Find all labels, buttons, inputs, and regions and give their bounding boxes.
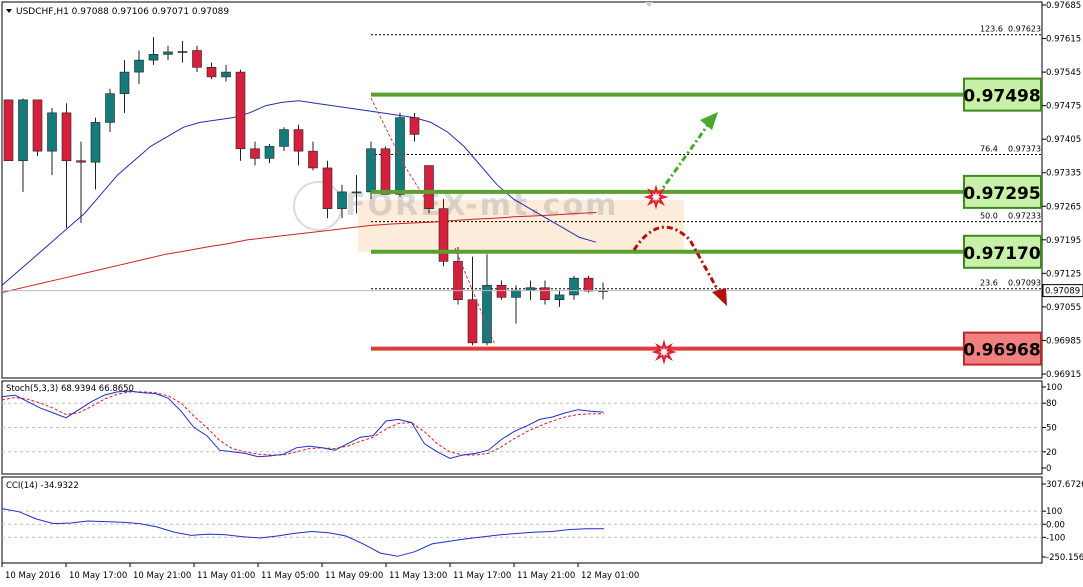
price-tick-label: 0.96915	[1046, 370, 1081, 380]
candle-body	[380, 148, 391, 195]
fib-price-label: 0.97373	[1008, 145, 1041, 154]
candle-body	[293, 129, 304, 152]
price-tick-label: 0.96985	[1046, 336, 1081, 346]
candle-body	[32, 99, 43, 152]
cci-tick-label: -100	[1046, 533, 1065, 543]
candle-body	[163, 51, 173, 55]
candle-body	[134, 59, 144, 73]
level-label: 0.97498	[963, 87, 1040, 107]
candle-body	[525, 287, 536, 291]
time-tick-label: 11 May 05:00	[261, 571, 319, 581]
candle-body	[61, 112, 72, 162]
fib-ratio-label: 23.6	[980, 279, 998, 288]
candle-body	[308, 150, 318, 169]
candle-body	[235, 71, 246, 150]
candle-body	[453, 261, 463, 301]
fib-ratio-label: 123.6	[980, 25, 1003, 34]
candle-body	[148, 54, 159, 61]
candle-body	[409, 117, 420, 135]
cci-title: CCI(14) -34.9322	[6, 481, 79, 491]
time-tick-label: 11 May 01:00	[197, 571, 255, 581]
price-tick-label: 0.97265	[1046, 202, 1081, 212]
price-tick-label: 0.97685	[1046, 1, 1081, 11]
level-label: 0.97170	[963, 244, 1041, 264]
time-tick-label: 11 May 09:00	[325, 571, 383, 581]
candle-body	[569, 277, 579, 296]
cci-tick-label: 307.6726	[1046, 480, 1083, 490]
candle-body	[192, 50, 202, 68]
cci-tick-label: -250.1562	[1046, 553, 1083, 563]
chart-title: USDCHF,H1 0.97088 0.97106 0.97071 0.9708…	[16, 7, 229, 17]
time-tick-label: 10 May 17:00	[69, 571, 127, 581]
time-tick-label: 12 May 01:00	[581, 571, 639, 581]
fib-price-label: 0.97093	[1008, 279, 1041, 288]
candle-body	[395, 117, 405, 195]
price-tick-label: 0.97545	[1046, 68, 1081, 78]
candle-body	[18, 99, 28, 162]
candle-body	[496, 285, 507, 298]
candle-body	[540, 287, 550, 301]
candle-body	[250, 148, 260, 159]
current-price-label: 0.97089	[1045, 287, 1080, 297]
price-tick-label: 0.97405	[1046, 135, 1081, 145]
candle-body	[322, 167, 333, 209]
candle-body	[467, 299, 478, 344]
time-tick-label: 11 May 17:00	[453, 571, 511, 581]
breakout-burst-icon	[643, 184, 669, 210]
candle-body	[554, 294, 565, 301]
candle-body	[264, 146, 275, 159]
cci-tick-label: 0.00	[1046, 520, 1065, 530]
candle-body	[221, 71, 231, 78]
price-tick-label: 0.97125	[1046, 269, 1081, 279]
time-tick-label: 11 May 13:00	[389, 571, 447, 581]
level-label: 0.97295	[963, 184, 1040, 204]
fib-price-label: 0.97623	[1008, 25, 1041, 34]
stoch-tick-label: 100	[1046, 383, 1062, 393]
candle-body	[119, 71, 130, 94]
candle-body	[351, 191, 362, 194]
candle-body	[105, 93, 115, 123]
time-tick-label: 11 May 21:00	[517, 571, 575, 581]
candle-body	[511, 289, 521, 298]
stoch-tick-label: 20	[1046, 448, 1057, 458]
price-tick-label: 0.97475	[1046, 102, 1081, 112]
price-tick-label: 0.97055	[1046, 303, 1081, 313]
candle-body	[177, 51, 188, 53]
candle-body	[279, 129, 289, 147]
price-tick-label: 0.97195	[1046, 236, 1081, 246]
candle-body	[337, 191, 347, 209]
candle-body	[76, 160, 86, 163]
candle-body	[424, 165, 434, 209]
candle-body	[482, 285, 492, 344]
time-tick-label: 10 May 21:00	[133, 571, 191, 581]
cci-panel-frame	[1, 476, 1043, 564]
candle-body	[206, 66, 217, 78]
trading-chart-window: 0.97685 0.97615 0.97545 0.97475 0.97405 0.973…	[0, 0, 1083, 587]
level-label: 0.96968	[963, 341, 1040, 361]
time-tick-label: 10 May 2016	[5, 571, 60, 581]
fib-price-label: 0.97233	[1008, 212, 1041, 221]
fib-ratio-label: 76.4	[980, 145, 998, 154]
candle-body	[90, 122, 101, 163]
support-burst-icon	[651, 339, 677, 365]
candle-body	[3, 99, 14, 162]
chart-canvas: 0.97685 0.97615 0.97545 0.97475 0.97405 0.973…	[1, 1, 1083, 581]
stoch-tick-label: 0	[1046, 464, 1051, 474]
stoch-tick-label: 80	[1046, 399, 1057, 409]
price-tick-label: 0.97335	[1046, 169, 1081, 179]
cci-tick-label: 100	[1046, 507, 1062, 517]
stoch-tick-label: 50	[1046, 424, 1057, 434]
candle-body	[583, 277, 594, 292]
stoch-title: Stoch(5,3,3) 68.9394 66.8650	[6, 384, 134, 394]
candle-body	[47, 112, 57, 152]
candle-body	[366, 148, 376, 193]
fib-ratio-label: 50.0	[980, 212, 998, 221]
price-tick-label: 0.97615	[1046, 35, 1081, 45]
